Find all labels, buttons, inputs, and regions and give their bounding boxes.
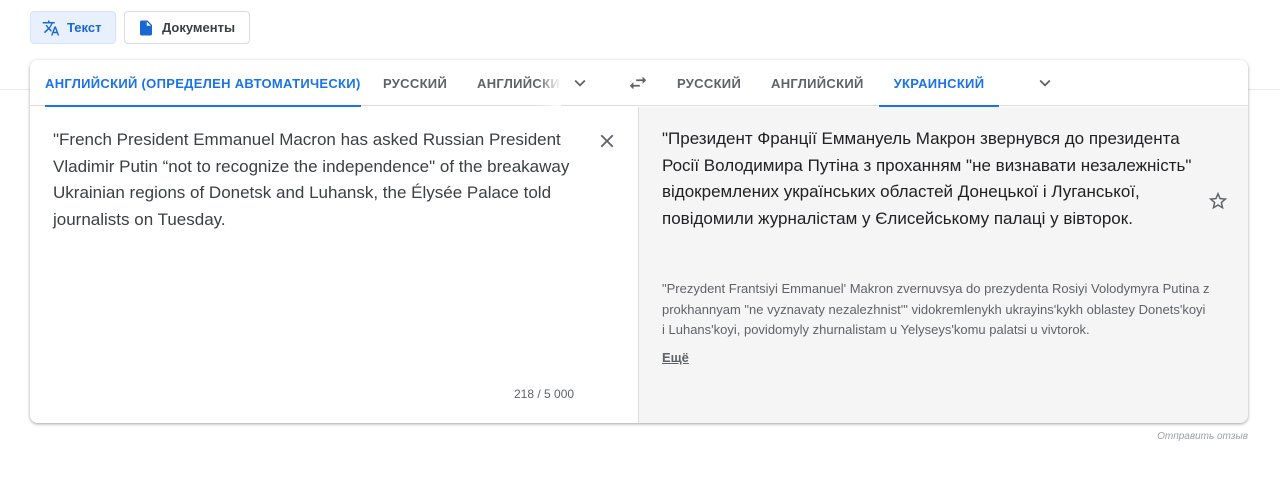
translate-icon	[42, 19, 60, 37]
language-tab-bar: АНГЛИЙСКИЙ (ОПРЕДЕЛЕН АВТОМАТИЧЕСКИ) РУС…	[30, 60, 1248, 107]
tab-source-english-detected[interactable]: АНГЛИЙСКИЙ (ОПРЕДЕЛЕН АВТОМАТИЧЕСКИ)	[45, 60, 361, 107]
tab-target-english[interactable]: АНГЛИЙСКИЙ	[771, 60, 864, 106]
clear-source-button[interactable]	[595, 129, 619, 153]
tab-target-russian[interactable]: РУССКИЙ	[677, 60, 741, 106]
tab-label: РУССКИЙ	[677, 75, 742, 91]
tab-label: РУССКИЙ	[383, 75, 448, 91]
target-language-dropdown-button[interactable]	[1033, 71, 1057, 95]
target-pane: "Президент Франції Еммануель Макрон звер…	[639, 107, 1248, 423]
chevron-down-icon	[1034, 72, 1056, 94]
source-language-dropdown-button[interactable]	[568, 71, 592, 95]
documents-mode-button[interactable]: Документы	[124, 11, 250, 44]
translation-output: "Президент Франції Еммануель Макрон звер…	[662, 129, 1192, 228]
tab-label: АНГЛИЙСКИЙ	[771, 75, 864, 91]
source-text-input[interactable]: "French President Emmanuel Macron has as…	[53, 127, 583, 233]
documents-mode-label: Документы	[162, 20, 236, 35]
swap-languages-button[interactable]	[626, 71, 650, 95]
tab-source-russian[interactable]: РУССКИЙ	[383, 60, 447, 106]
tab-source-english[interactable]: АНГЛИЙСКИЙ	[477, 60, 561, 106]
translation-card: АНГЛИЙСКИЙ (ОПРЕДЕЛЕН АВТОМАТИЧЕСКИ) РУС…	[30, 60, 1248, 423]
source-pane: "French President Emmanuel Macron has as…	[30, 107, 638, 423]
tab-target-ukrainian[interactable]: УКРАИНСКИЙ	[879, 60, 999, 107]
more-link[interactable]: Ещё	[662, 350, 689, 365]
tab-label: АНГЛИЙСКИЙ (ОПРЕДЕЛЕН АВТОМАТИЧЕСКИ)	[45, 75, 361, 91]
text-mode-label: Текст	[67, 20, 102, 35]
swap-arrows-icon	[627, 72, 649, 94]
send-feedback-link[interactable]: Отправить отзыв	[1157, 431, 1248, 442]
chevron-down-icon	[569, 72, 591, 94]
text-mode-button[interactable]: Текст	[30, 11, 116, 44]
transliteration-text: "Prezydent Frantsiyi Emmanuel' Makron zv…	[662, 281, 1210, 338]
tab-label: АНГЛИЙСКИЙ	[477, 75, 561, 91]
document-icon	[137, 19, 155, 37]
character-counter: 218 / 5 000	[514, 387, 575, 401]
tab-label: УКРАИНСКИЙ	[893, 75, 985, 91]
star-icon	[1207, 190, 1229, 212]
save-translation-button[interactable]	[1206, 189, 1230, 213]
close-icon	[596, 130, 618, 152]
